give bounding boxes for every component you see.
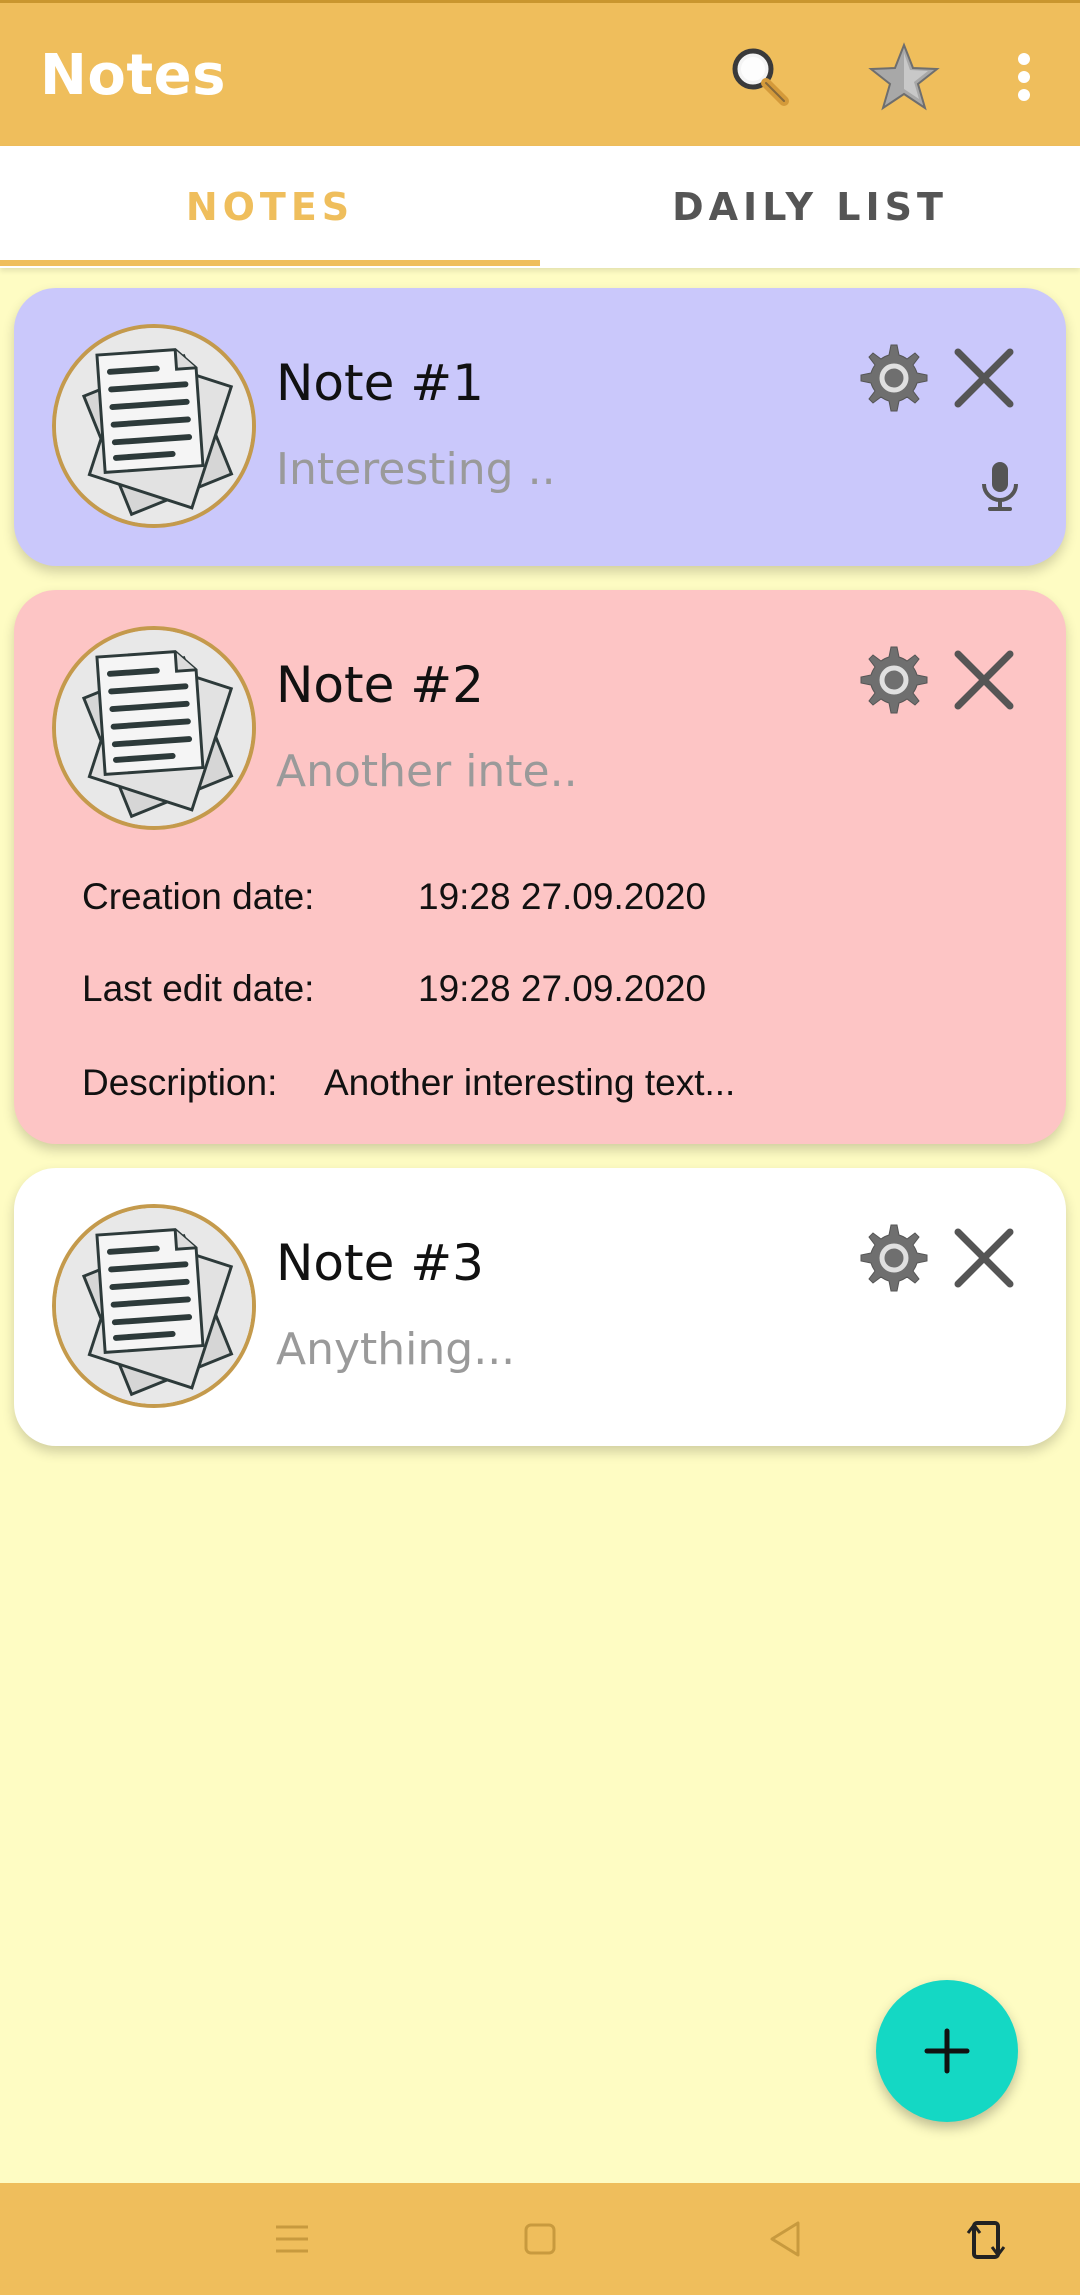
tab-indicator bbox=[0, 260, 540, 266]
note-avatar-icon bbox=[52, 1204, 256, 1408]
gear-icon[interactable] bbox=[854, 1218, 934, 1298]
last-edit-date-label: Last edit date: bbox=[82, 968, 315, 1009]
creation-date-value: 19:28 27.09.2020 bbox=[418, 876, 707, 917]
search-icon[interactable] bbox=[724, 41, 796, 113]
rotate-icon[interactable] bbox=[960, 2213, 1012, 2265]
plus-icon bbox=[924, 2028, 970, 2074]
more-vert-icon[interactable] bbox=[1000, 41, 1048, 113]
tab-daily-list[interactable]: DAILY LIST bbox=[540, 146, 1080, 268]
back-icon[interactable] bbox=[760, 2213, 812, 2265]
note-title: Note #2 bbox=[276, 656, 484, 714]
note-card[interactable]: Note #2 Another inte.. Creation date: 19… bbox=[14, 590, 1066, 1144]
description-label: Description: bbox=[82, 1062, 278, 1103]
note-title: Note #1 bbox=[276, 354, 484, 412]
close-icon[interactable] bbox=[944, 338, 1024, 418]
app-title: Notes bbox=[40, 43, 226, 108]
note-preview: Interesting .. bbox=[276, 444, 556, 495]
star-icon[interactable] bbox=[868, 41, 940, 113]
note-title: Note #3 bbox=[276, 1234, 484, 1292]
note-preview: Another inte.. bbox=[276, 746, 578, 797]
close-icon[interactable] bbox=[944, 640, 1024, 720]
gear-icon[interactable] bbox=[854, 338, 934, 418]
note-preview: Anything... bbox=[276, 1324, 516, 1375]
gear-icon[interactable] bbox=[854, 640, 934, 720]
app-bar: Notes bbox=[0, 0, 1080, 146]
description-value: Another interesting text... bbox=[324, 1062, 736, 1103]
note-avatar-icon bbox=[52, 626, 256, 830]
close-icon[interactable] bbox=[944, 1218, 1024, 1298]
system-nav-bar bbox=[0, 2183, 1080, 2295]
note-avatar-icon bbox=[52, 324, 256, 528]
note-card[interactable]: Note #3 Anything... bbox=[14, 1168, 1066, 1446]
tab-bar: NOTES DAILY LIST bbox=[0, 146, 1080, 268]
tab-notes[interactable]: NOTES bbox=[0, 146, 540, 268]
note-card[interactable]: Note #1 Interesting .. bbox=[14, 288, 1066, 566]
microphone-icon[interactable] bbox=[972, 458, 1028, 514]
creation-date-label: Creation date: bbox=[82, 876, 315, 917]
menu-icon[interactable] bbox=[266, 2213, 318, 2265]
add-note-button[interactable] bbox=[876, 1980, 1018, 2122]
last-edit-date-value: 19:28 27.09.2020 bbox=[418, 968, 707, 1009]
home-icon[interactable] bbox=[514, 2213, 566, 2265]
